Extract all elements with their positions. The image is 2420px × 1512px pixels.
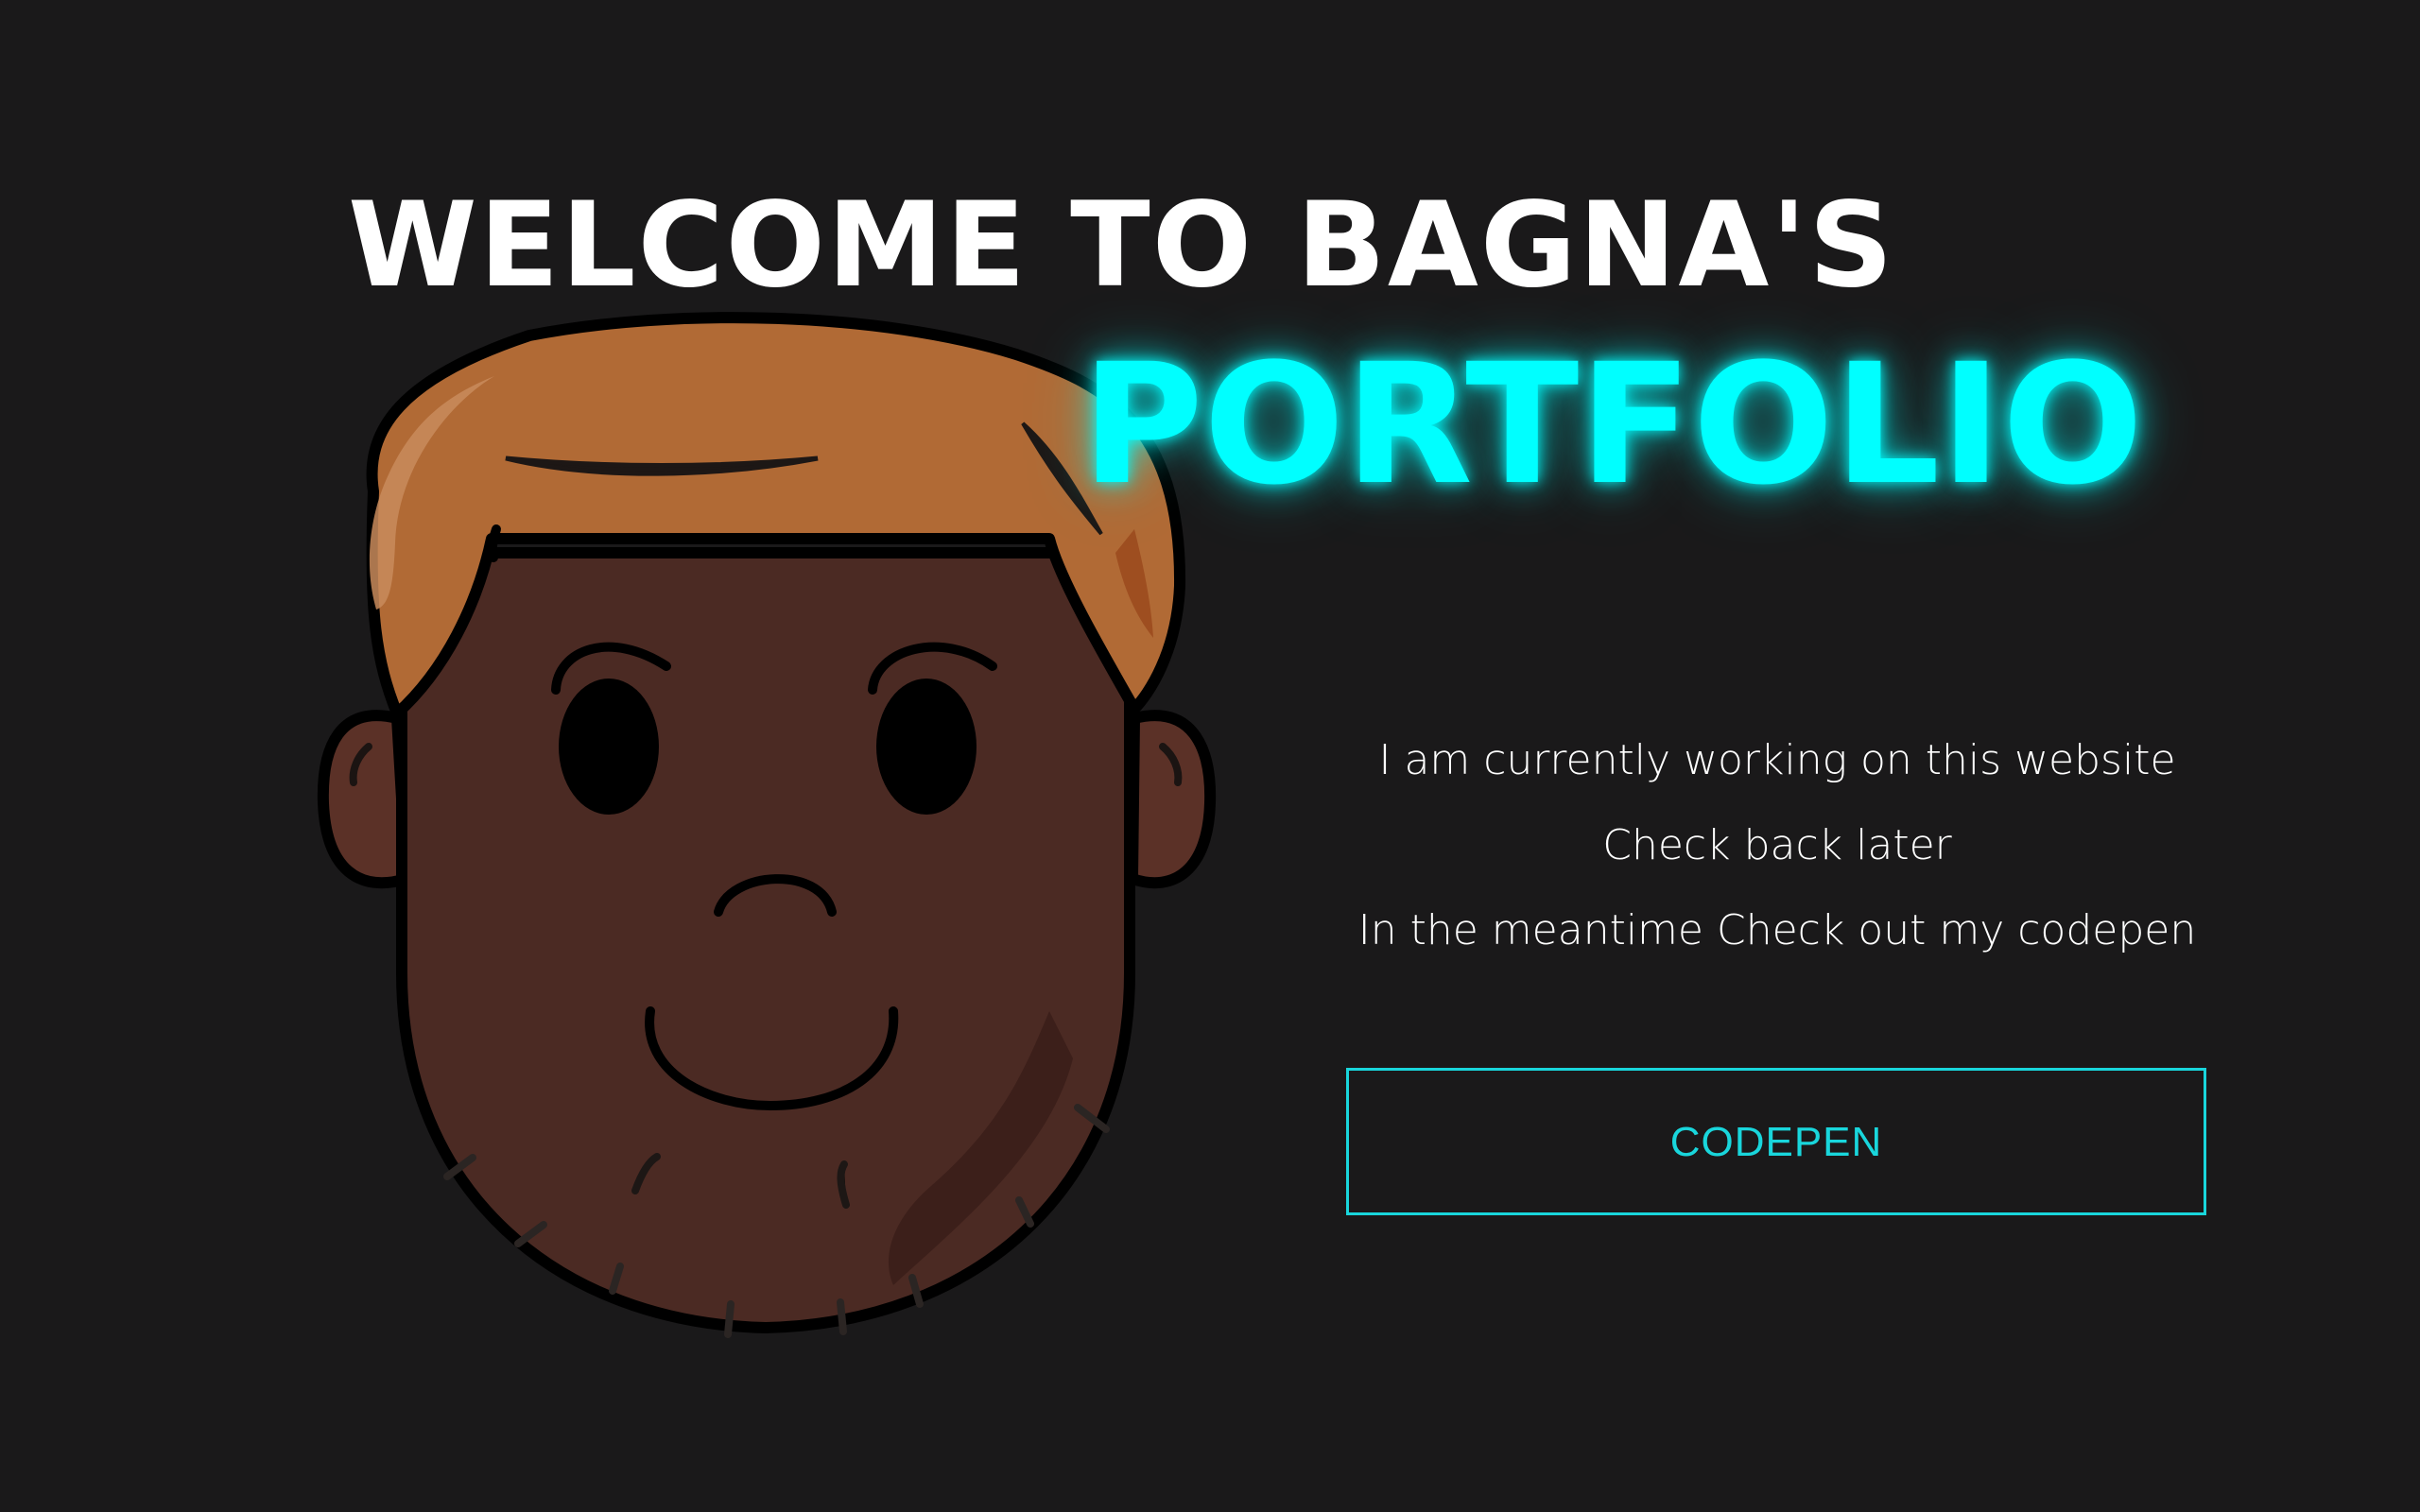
landing-page: WELCOME TO BAGNA'S PORTFOLIO I am curren…: [0, 0, 2420, 1512]
welcome-heading: WELCOME TO BAGNA'S: [348, 178, 1895, 314]
status-message: I am currently working on this website C…: [1286, 718, 2269, 973]
message-line-codepen: In the meantime Check out my codepen: [1357, 906, 2197, 954]
message-line-check-back: Check back later: [1602, 821, 1952, 869]
codepen-button[interactable]: CODEPEN: [1346, 1068, 2206, 1215]
message-line-working: I am currently working on this website: [1378, 736, 2176, 784]
portfolio-heading: PORTFOLIO: [1081, 328, 2144, 522]
